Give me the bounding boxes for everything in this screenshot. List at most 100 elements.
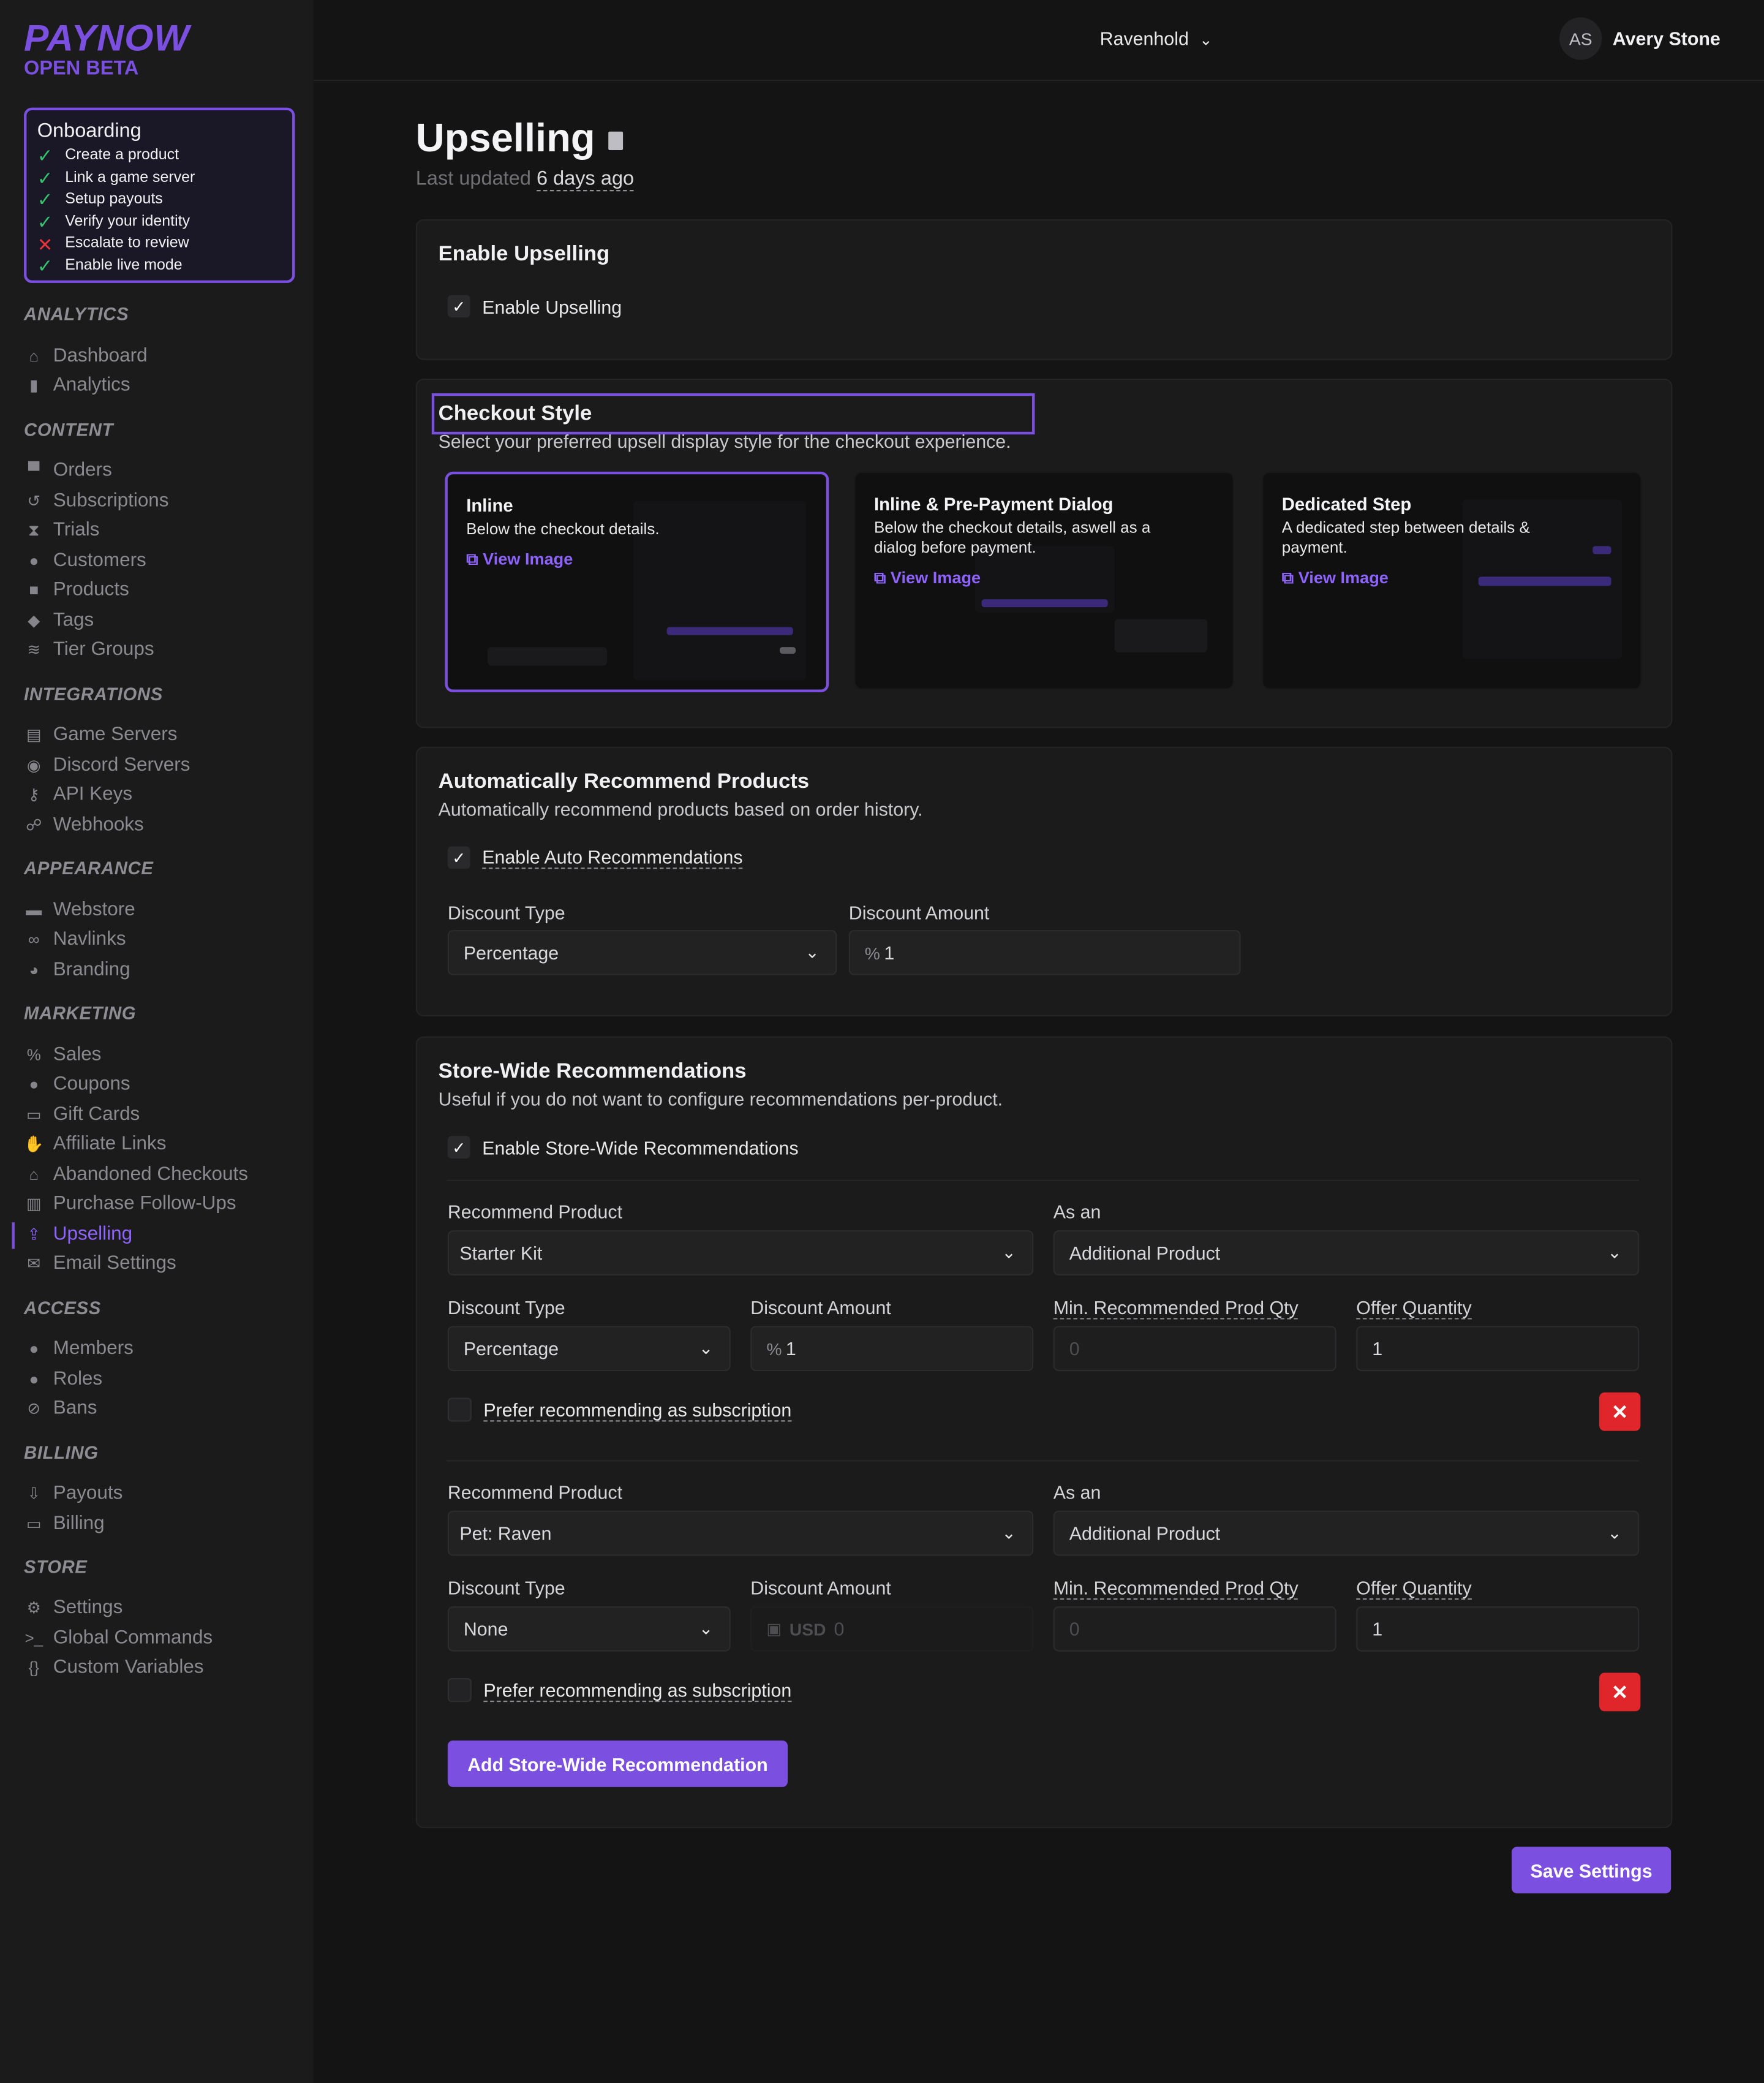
offer-qty-input[interactable]: 1 (1356, 1326, 1640, 1372)
view-image-link[interactable]: ⧉ View Image (1282, 569, 1389, 589)
sidebar-item-coupons[interactable]: ● Coupons (24, 1073, 130, 1095)
sidebar-item-webhooks[interactable]: ☍ Webhooks (24, 814, 144, 836)
sidebar-item-abandoned-checkouts[interactable]: ⌂ Abandoned Checkouts (24, 1164, 248, 1185)
style-option-dedicated-step[interactable]: Dedicated Step A dedicated step between … (1262, 471, 1642, 690)
view-image-link[interactable]: ⧉ View Image (874, 569, 981, 589)
external-link-icon: ⧉ (873, 569, 886, 588)
sidebar-item-email-settings[interactable]: ✉ Email Settings (24, 1253, 176, 1274)
sidebar-item-branding[interactable]: ◕ Branding (24, 959, 130, 981)
prefer-subscription-checkbox[interactable]: Prefer recommending as subscription (447, 1678, 792, 1703)
divider (446, 1460, 1640, 1462)
min-qty-input[interactable]: 0 (1053, 1606, 1336, 1652)
percent-icon: % (864, 942, 880, 963)
sidebar-item-trials[interactable]: ⧗ Trials (24, 520, 99, 541)
sidebar-item-global-commands[interactable]: >_ Global Commands (24, 1628, 213, 1649)
remove-recommendation-button[interactable]: ✕ (1599, 1673, 1641, 1712)
save-settings-button[interactable]: Save Settings (1511, 1847, 1672, 1894)
onboarding-step: ✓ Link a game server (37, 167, 195, 189)
auto-recommend-card: Automatically Recommend Products Automat… (415, 746, 1673, 1017)
user-name[interactable]: Avery Stone (1613, 28, 1721, 50)
discount-type-select[interactable]: Percentage ⌄ (447, 1326, 731, 1372)
chevron-down-icon: ⌄ (698, 1618, 714, 1638)
sidebar-item-subscriptions[interactable]: ↺ Subscriptions (24, 490, 168, 512)
sidebar-item-custom-variables[interactable]: {} Custom Variables (24, 1657, 204, 1678)
check-icon: ✓ (37, 255, 53, 277)
as-an-label: As an (1053, 1201, 1101, 1223)
sidebar-item-upselling[interactable]: ⇪ Upselling (24, 1223, 132, 1245)
logo[interactable]: PAYNOW OPEN BETA (24, 18, 190, 80)
tag-icon: ◆ (28, 611, 40, 630)
style-option-inline[interactable]: Inline Below the checkout details. ⧉ Vie… (445, 471, 829, 692)
chevron-down-icon: ⌄ (1607, 1522, 1622, 1543)
enable-upselling-card: Enable Upselling ✓ Enable Upselling (415, 219, 1673, 360)
sidebar-item-tier-groups[interactable]: ≋ Tier Groups (24, 639, 154, 660)
enable-upselling-checkbox[interactable]: ✓ Enable Upselling (447, 295, 622, 318)
discount-amount-input[interactable]: ▣ USD 0 (750, 1606, 1034, 1652)
as-an-label: As an (1053, 1481, 1101, 1503)
recommend-product-label: Recommend Product (447, 1481, 623, 1503)
sidebar-item-members[interactable]: ● Members (24, 1338, 134, 1359)
checkmark-icon: ✓ (447, 846, 470, 869)
sidebar-item-affiliate-links[interactable]: ✋ Affiliate Links (24, 1133, 166, 1155)
sidebar-item-dashboard[interactable]: ⌂ Dashboard (24, 346, 148, 367)
onboarding-checklist[interactable]: Onboarding ✓ Create a product ✓ Link a gam… (24, 107, 295, 283)
card-title: Checkout Style (438, 403, 592, 425)
recommend-product-select[interactable]: Starter Kit ⌄ (447, 1230, 1034, 1276)
docs-icon[interactable] (608, 131, 624, 151)
remove-recommendation-button[interactable]: ✕ (1599, 1392, 1641, 1431)
sidebar-item-roles[interactable]: ● Roles (24, 1369, 102, 1390)
prefer-subscription-checkbox[interactable]: Prefer recommending as subscription (447, 1397, 792, 1422)
sidebar-item-payouts[interactable]: ⇩ Payouts (24, 1483, 123, 1504)
sidebar-item-navlinks[interactable]: ∞ Navlinks (24, 929, 126, 950)
sidebar-item-webstore[interactable]: ▬ Webstore (24, 899, 135, 921)
sidebar-item-orders[interactable]: ▀ Orders (24, 459, 112, 481)
offer-qty-input[interactable]: 1 (1356, 1606, 1640, 1652)
last-updated: Last updated 6 days ago (416, 167, 635, 192)
sidebar-item-customers[interactable]: ● Customers (24, 550, 146, 572)
avatar[interactable]: AS (1559, 17, 1602, 60)
chevron-down-icon: ⌄ (1001, 1242, 1017, 1263)
discount-amount-label: Discount Amount (750, 1577, 891, 1598)
sidebar-item-products[interactable]: ■ Products (24, 580, 129, 601)
check-icon: ✓ (37, 211, 53, 233)
min-qty-input[interactable]: 0 (1053, 1326, 1336, 1372)
enable-store-wide-checkbox[interactable]: ✓ Enable Store-Wide Recommendations (447, 1136, 799, 1159)
brand-name: PAYNOW (24, 17, 190, 59)
sidebar: PAYNOW OPEN BETA Onboarding ✓ Create a pr… (0, 0, 314, 2083)
sidebar-item-billing[interactable]: ▭ Billing (24, 1513, 105, 1535)
palette-icon: ◕ (29, 960, 39, 980)
discount-amount-input[interactable]: % 1 (750, 1326, 1034, 1372)
user-tag-icon: ● (29, 1075, 39, 1094)
sidebar-item-game-servers[interactable]: ▤ Game Servers (24, 724, 177, 746)
store-switcher[interactable]: Ravenhold ⌄ (1100, 28, 1213, 50)
as-an-select[interactable]: Additional Product ⌄ (1053, 1230, 1640, 1276)
sidebar-item-sales[interactable]: % Sales (24, 1045, 102, 1066)
percent-icon: % (26, 1045, 41, 1065)
recommend-product-select[interactable]: Pet: Raven ⌄ (447, 1510, 1034, 1556)
discount-type-select[interactable]: None ⌄ (447, 1606, 731, 1652)
sidebar-item-purchase-follow-ups[interactable]: ▥ Purchase Follow-Ups (24, 1193, 236, 1214)
style-option-inline-dialog[interactable]: Inline & Pre-Payment Dialog Below the ch… (854, 471, 1234, 690)
section-marketing: MARKETING (24, 1003, 137, 1023)
sidebar-item-api-keys[interactable]: ⚷ API Keys (24, 784, 132, 806)
sidebar-item-discord-servers[interactable]: ◉ Discord Servers (24, 755, 190, 776)
discord-icon: ◉ (26, 755, 41, 775)
recommend-product-label: Recommend Product (447, 1201, 623, 1223)
layers-icon: ≋ (27, 640, 41, 659)
enable-auto-recommendations-checkbox[interactable]: ✓ Enable Auto Recommendations (447, 846, 743, 869)
sidebar-item-gift-cards[interactable]: ▭ Gift Cards (24, 1104, 140, 1125)
sidebar-item-bans[interactable]: ⊘ Bans (24, 1397, 97, 1419)
checkout-style-card: Checkout Style Select your preferred ups… (415, 379, 1673, 728)
mail-icon: ✉ (27, 1254, 41, 1273)
payout-icon: ⇩ (27, 1484, 41, 1503)
as-an-select[interactable]: Additional Product ⌄ (1053, 1510, 1640, 1556)
sidebar-item-settings[interactable]: ⚙ Settings (24, 1597, 123, 1619)
discount-amount-input[interactable]: % 1 (848, 930, 1241, 975)
sidebar-item-analytics[interactable]: ▮ Analytics (24, 375, 130, 396)
add-store-wide-recommendation-button[interactable]: Add Store-Wide Recommendation (447, 1740, 788, 1787)
sidebar-item-tags[interactable]: ◆ Tags (24, 610, 94, 631)
receipt-icon: ▥ (26, 1194, 42, 1213)
view-image-link[interactable]: ⧉ View Image (466, 550, 573, 570)
store-icon: ▬ (26, 901, 42, 920)
discount-type-select[interactable]: Percentage ⌄ (447, 930, 837, 975)
